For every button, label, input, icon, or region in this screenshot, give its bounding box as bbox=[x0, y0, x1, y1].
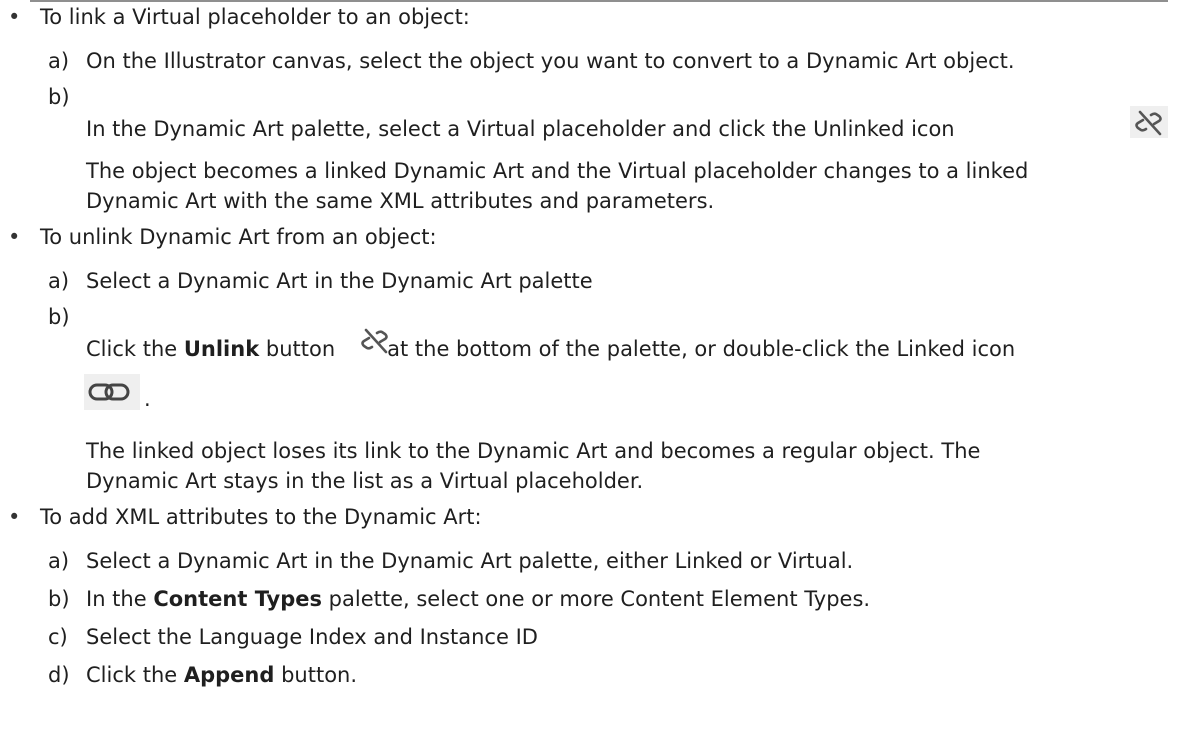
paragraph-line: Dynamic Art with the same XML attributes… bbox=[86, 189, 715, 213]
bullet: • bbox=[8, 505, 21, 529]
bullet-add-xml-attributes: • To add XML attributes to the Dynamic Ar… bbox=[8, 502, 482, 532]
step-text-segment: at the bottom of the palette, or double-… bbox=[387, 337, 1016, 361]
step-text: Click the Unlink button at the bottom of … bbox=[86, 334, 1015, 364]
paragraph-line: The object becomes a linked Dynamic Art … bbox=[86, 159, 1029, 183]
step-text-segment: In the bbox=[86, 587, 154, 611]
step-text-segment: palette, select one or more Content Elem… bbox=[322, 587, 871, 611]
paragraph-line: The linked object loses its link to the … bbox=[86, 439, 981, 463]
step-row: a) On the Illustrator canvas, select the… bbox=[0, 46, 1196, 76]
step-row: d) Click the Append button. bbox=[0, 660, 1196, 690]
step-row: a) Select a Dynamic Art in the Dynamic A… bbox=[0, 266, 1196, 296]
ui-term-content-types: Content Types bbox=[153, 587, 322, 611]
section-heading: To add XML attributes to the Dynamic Art… bbox=[40, 505, 482, 529]
unlinked-chain-icon bbox=[1130, 106, 1168, 138]
step-label: a) bbox=[48, 49, 70, 73]
trailing-period: . bbox=[144, 387, 151, 411]
step-row: b) In the Dynamic Art palette, select a … bbox=[0, 82, 1196, 142]
ui-term-unlink: Unlink bbox=[183, 337, 260, 361]
step-text: Select the Language Index and Instance I… bbox=[86, 625, 538, 649]
step-label: b) bbox=[48, 85, 70, 109]
bullet-unlink-dynamic-art: • To unlink Dynamic Art from an object: bbox=[8, 222, 437, 252]
step-text: In the Content Types palette, select one… bbox=[86, 584, 870, 614]
bullet: • bbox=[8, 225, 21, 249]
section-heading: To unlink Dynamic Art from an object: bbox=[40, 225, 437, 249]
step-text-segment: button. bbox=[274, 663, 358, 687]
step-label: c) bbox=[48, 625, 68, 649]
ui-term-append: Append bbox=[183, 663, 275, 687]
step-label: a) bbox=[48, 269, 70, 293]
step-label: b) bbox=[48, 587, 70, 611]
section-heading: To link a Virtual placeholder to an obje… bbox=[40, 5, 470, 29]
step-label: a) bbox=[48, 549, 70, 573]
step-text: Select a Dynamic Art in the Dynamic Art … bbox=[86, 549, 854, 573]
step-text-segment: Click the bbox=[86, 337, 184, 361]
paragraph-line: Dynamic Art stays in the list as a Virtu… bbox=[86, 469, 644, 493]
step-text-segment: button bbox=[259, 337, 336, 361]
step-text: In the Dynamic Art palette, select a Vir… bbox=[86, 117, 955, 141]
bullet-link-placeholder: • To link a Virtual placeholder to an obj… bbox=[8, 2, 470, 32]
step-text: Select a Dynamic Art in the Dynamic Art … bbox=[86, 269, 593, 293]
unlink-chain-icon bbox=[356, 324, 394, 356]
step-text-segment: Click the bbox=[86, 663, 184, 687]
linked-chain-icon bbox=[84, 374, 140, 410]
step-text: Click the Append button. bbox=[86, 660, 357, 690]
step-label: b) bbox=[48, 305, 70, 329]
step-row: c) Select the Language Index and Instanc… bbox=[0, 622, 1196, 652]
step-row: b) In the Content Types palette, select … bbox=[0, 584, 1196, 614]
bullet: • bbox=[8, 5, 21, 29]
step-label: d) bbox=[48, 663, 70, 687]
step-text: On the Illustrator canvas, select the ob… bbox=[86, 49, 1015, 73]
step-row: b) Click the Unlink button at the bottom … bbox=[0, 302, 1196, 362]
step-row: a) Select a Dynamic Art in the Dynamic A… bbox=[0, 546, 1196, 576]
